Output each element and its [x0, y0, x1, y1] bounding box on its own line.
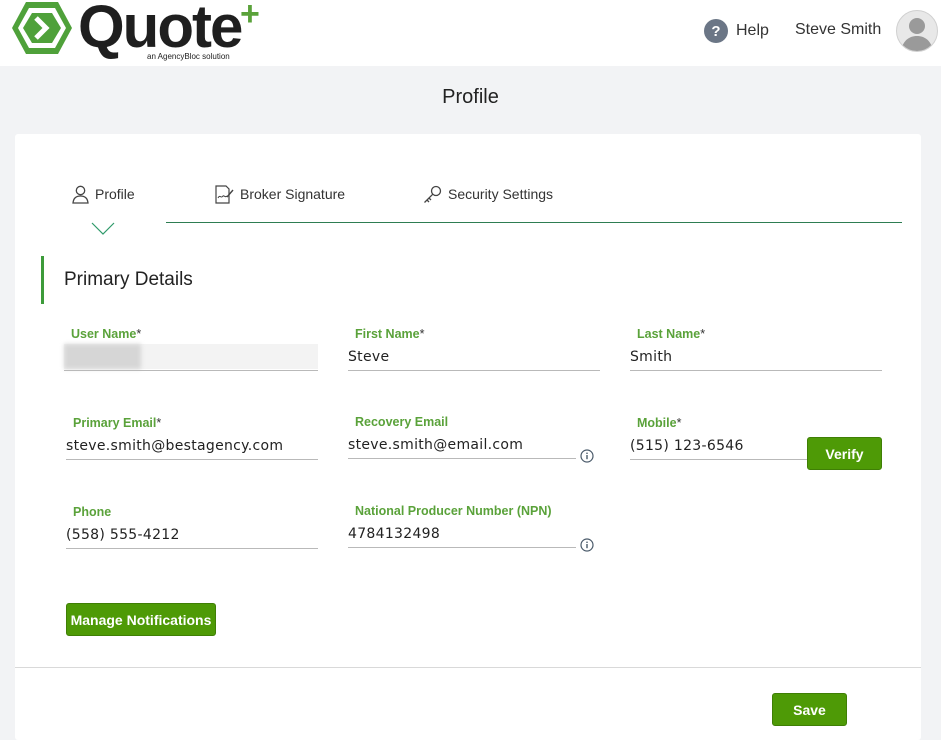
primary-email-value: steve.smith@bestagency.com [66, 438, 284, 454]
tab-label: Profile [95, 186, 135, 202]
recovery-email-value: steve.smith@email.com [348, 437, 524, 453]
help-link[interactable]: ? Help [704, 18, 769, 44]
user-name[interactable]: Steve Smith [795, 21, 881, 39]
tab-profile[interactable]: Profile [72, 182, 135, 206]
profile-card: Profile Broker Signature Security Settin… [15, 134, 921, 740]
logo-hexagon-icon [12, 2, 72, 54]
chevron-down-icon [91, 222, 115, 235]
key-icon [424, 185, 442, 203]
save-button[interactable]: Save [772, 693, 847, 726]
npn-value: 4784132498 [348, 526, 441, 542]
user-icon [72, 185, 89, 204]
tab-broker-signature[interactable]: Broker Signature [214, 182, 345, 206]
field-label: Primary Email* [73, 416, 162, 430]
verify-button[interactable]: Verify [807, 437, 882, 470]
section-accent-bar [41, 256, 44, 304]
quote-plus-logo[interactable]: Quote + an AgencyBloc solution [10, 0, 280, 66]
page-title: Profile [442, 86, 499, 108]
field-underline [630, 459, 808, 460]
tab-underline [166, 222, 902, 223]
first-name-value: Steve [348, 349, 390, 365]
field-label: Mobile* [637, 416, 682, 430]
footer-divider [15, 667, 921, 668]
recovery-email-info-icon[interactable] [580, 449, 594, 463]
phone-value: (558) 555-4212 [66, 527, 180, 543]
manage-notifications-button[interactable]: Manage Notifications [66, 603, 216, 636]
logo-tagline: an AgencyBloc solution [147, 52, 230, 61]
avatar[interactable] [896, 10, 938, 52]
logo-wordmark: Quote [78, 0, 243, 60]
field-underline [64, 370, 318, 371]
tab-label: Security Settings [448, 186, 554, 202]
field-label: National Producer Number (NPN) [355, 504, 552, 518]
tab-security-settings[interactable]: Security Settings [423, 182, 553, 206]
section-title: Primary Details [64, 269, 193, 290]
field-label: Recovery Email [355, 415, 449, 429]
signature-icon [215, 184, 234, 204]
field-underline [630, 370, 882, 371]
field-underline [348, 547, 576, 548]
question-circle-icon: ? [704, 19, 728, 43]
field-label: Phone [73, 505, 112, 519]
field-label: User Name* [71, 327, 142, 341]
field-underline [66, 548, 318, 549]
field-underline [348, 458, 576, 459]
field-label: First Name* [355, 327, 425, 341]
help-label: Help [736, 22, 769, 39]
logo-plus-mark: + [240, 0, 260, 33]
field-label: Last Name* [637, 327, 706, 341]
username-redacted-value [64, 344, 318, 369]
user-avatar-icon [901, 18, 933, 51]
last-name-value: Smith [630, 349, 673, 365]
mobile-value: (515) 123-6546 [630, 438, 744, 454]
tab-bar: Profile Broker Signature Security Settin… [15, 134, 921, 244]
field-underline [66, 459, 318, 460]
field-underline [348, 370, 600, 371]
top-bar: Quote + an AgencyBloc solution ? Help St… [0, 0, 941, 66]
npn-info-icon[interactable] [580, 538, 594, 552]
tab-label: Broker Signature [240, 186, 346, 202]
